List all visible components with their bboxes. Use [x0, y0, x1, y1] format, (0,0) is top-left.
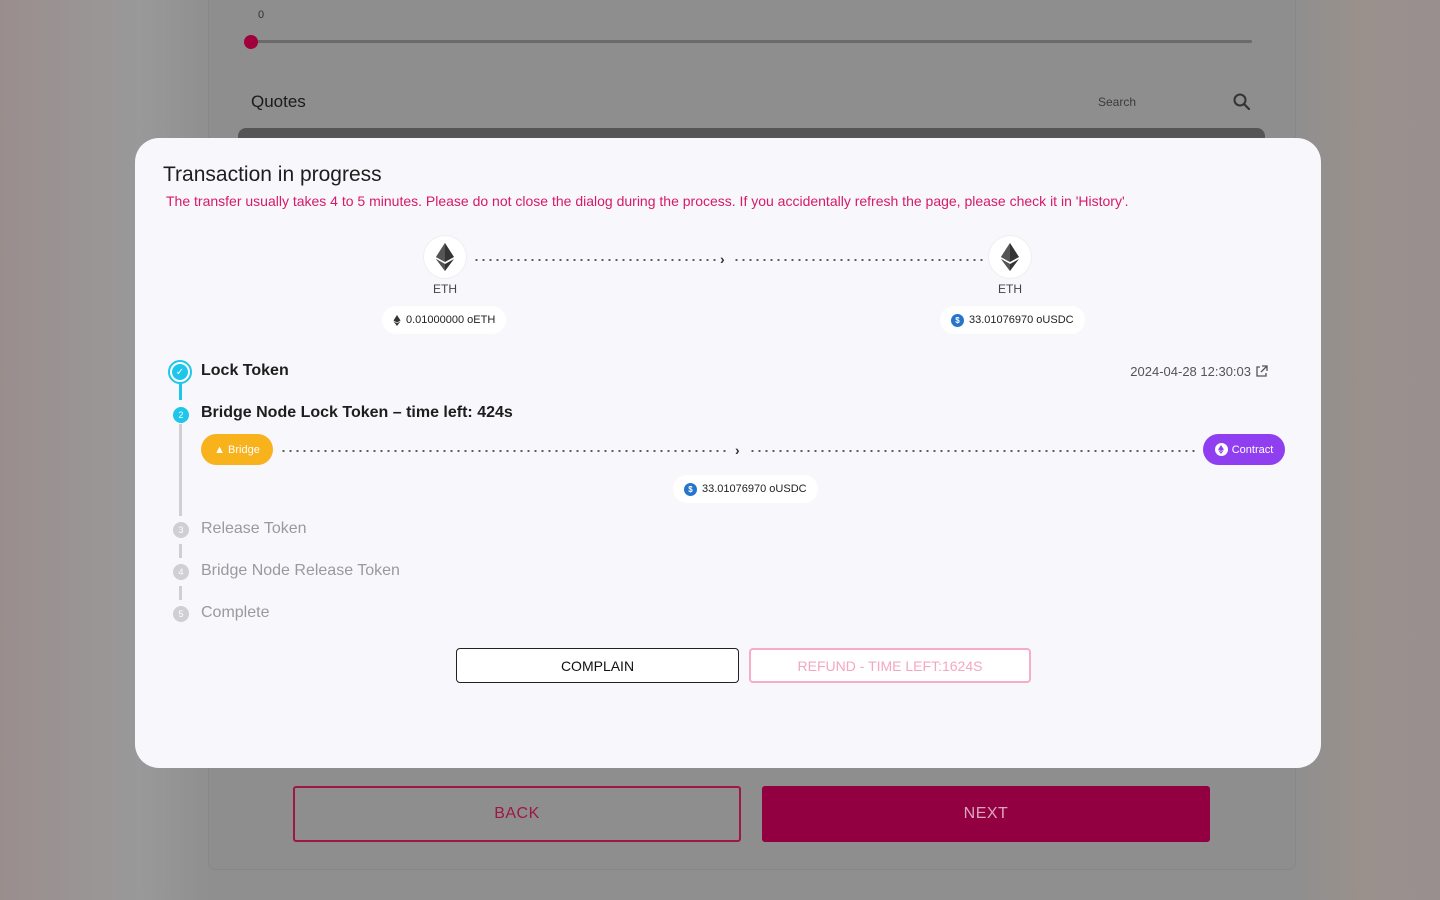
eth-small-icon [393, 314, 401, 326]
step-connector-4 [179, 586, 182, 600]
search-input[interactable]: Search [1098, 95, 1136, 109]
step-connector-3 [179, 544, 182, 558]
external-link-icon[interactable] [1255, 365, 1268, 378]
transaction-dialog: Transaction in progress The transfer usu… [135, 138, 1321, 768]
step-5-number: 5 [173, 606, 189, 622]
back-button[interactable]: BACK [293, 786, 741, 842]
step-4-number: 4 [173, 564, 189, 580]
slider-thumb[interactable] [244, 35, 258, 49]
step-3-number: 3 [173, 522, 189, 538]
step-2-number: 2 [173, 407, 189, 423]
contract-eth-icon [1214, 443, 1228, 456]
bridge-arrow-icon: › [735, 442, 740, 458]
step-1-label: Lock Token [201, 362, 289, 379]
next-button[interactable]: NEXT [762, 786, 1210, 842]
target-chain-label: ETH [998, 282, 1022, 296]
quotes-title: Quotes [251, 92, 306, 111]
step-2-label: Bridge Node Lock Token – time left: 424s [201, 404, 513, 421]
dialog-title: Transaction in progress [163, 163, 382, 186]
step-connector-2 [179, 424, 182, 516]
usdc-icon: $ [684, 482, 697, 496]
step-5-label: Complete [201, 604, 270, 621]
contract-label: Contract [1231, 443, 1274, 456]
bridge-badge: ▲ Bridge [201, 434, 273, 465]
route-arrow-icon: › [720, 251, 725, 267]
source-eth-icon [424, 236, 466, 278]
target-eth-icon [989, 236, 1031, 278]
step-3-label: Release Token [201, 520, 307, 537]
route-line-left [473, 259, 717, 261]
slider-track[interactable] [250, 40, 1252, 43]
contract-badge: Contract [1203, 434, 1285, 465]
refund-button[interactable]: REFUND - TIME LEFT:1624S [749, 648, 1031, 683]
bridge-line-left [280, 450, 730, 452]
bridge-line-right [749, 450, 1197, 452]
target-amount-badge: $ 33.01076970 oUSDC [940, 306, 1085, 334]
bridge-amount: 33.01076970 oUSDC [702, 483, 807, 495]
source-chain-label: ETH [433, 282, 457, 296]
usdc-icon: $ [951, 313, 964, 327]
dialog-warning: The transfer usually takes 4 to 5 minute… [166, 193, 1129, 209]
source-amount-badge: 0.01000000 oETH [382, 306, 507, 334]
slider-value: 0 [258, 9, 265, 21]
step-connector-1 [179, 384, 182, 400]
search-icon[interactable] [1232, 92, 1252, 112]
bridge-icon: ▲ [214, 443, 226, 456]
step-1-check-icon: ✓ [168, 360, 192, 384]
complain-button[interactable]: COMPLAIN [456, 648, 739, 683]
bridge-label: Bridge [228, 443, 260, 456]
route-line-right [733, 259, 983, 261]
bridge-amount-badge: $ 33.01076970 oUSDC [673, 475, 818, 503]
target-amount: 33.01076970 oUSDC [969, 314, 1074, 326]
step-1-timestamp: 2024-04-28 12:30:03 [1130, 364, 1251, 379]
source-amount: 0.01000000 oETH [406, 314, 496, 326]
step-4-label: Bridge Node Release Token [201, 562, 400, 579]
step-1-time[interactable]: 2024-04-28 12:30:03 [1130, 364, 1268, 379]
